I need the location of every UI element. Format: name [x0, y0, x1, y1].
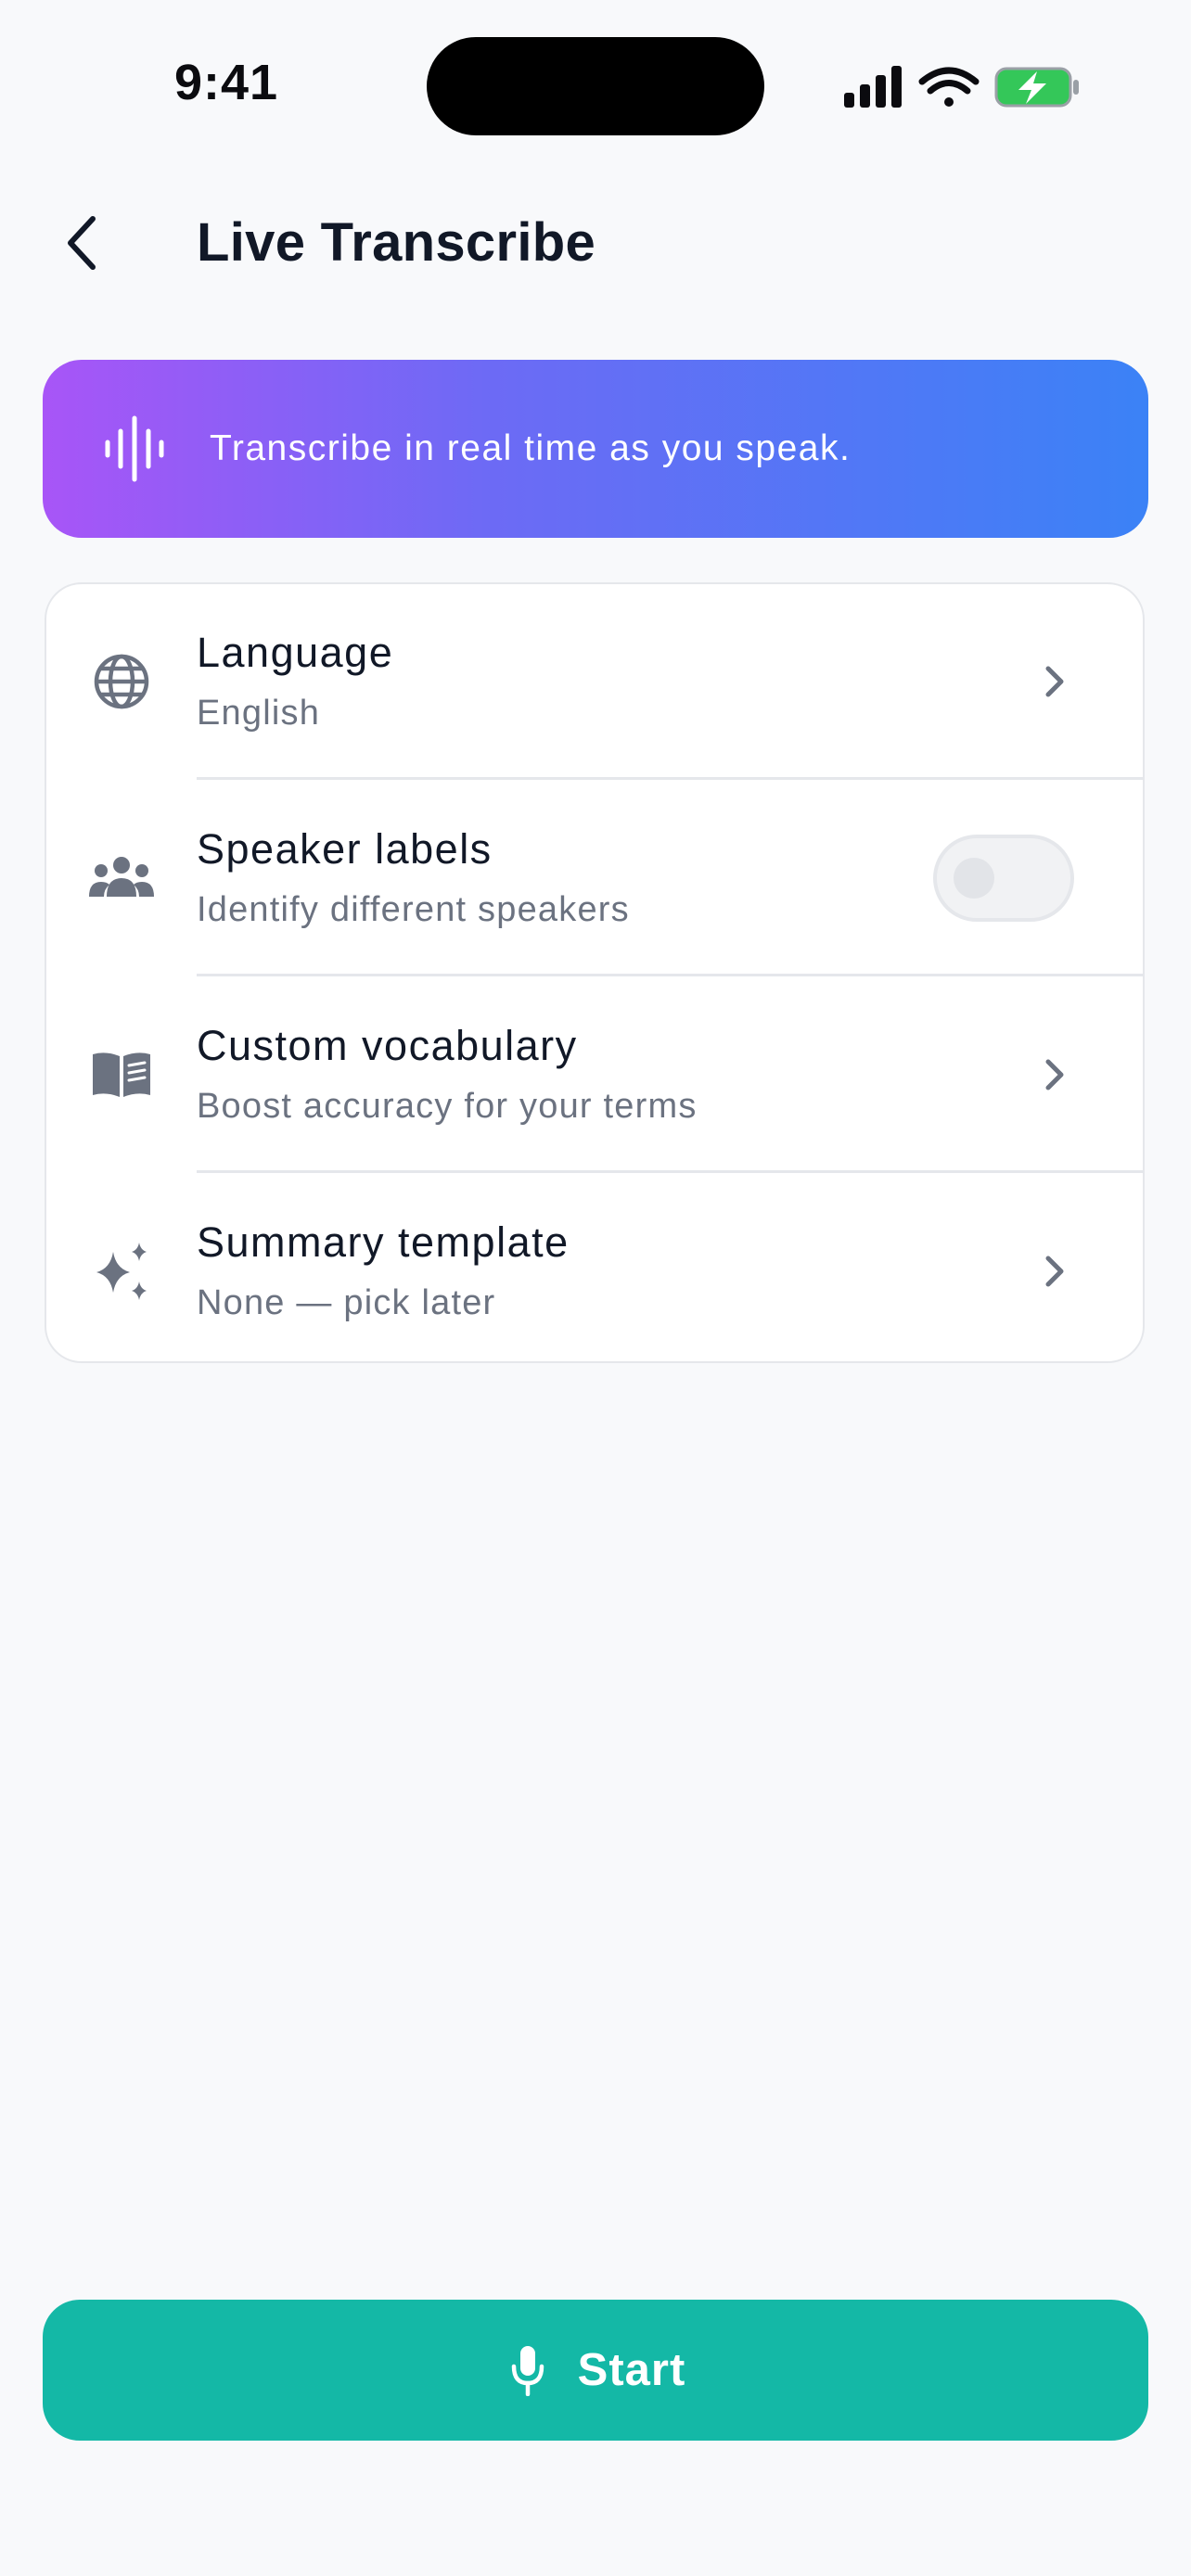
setting-row-summary-template[interactable]: Summary template None — pick later — [46, 1174, 1143, 1369]
chevron-right-icon — [1030, 1050, 1080, 1100]
status-bar: 9:41 — [0, 0, 1191, 167]
battery-charging-icon — [994, 67, 1079, 108]
status-icons — [842, 61, 1083, 113]
setting-title: Custom vocabulary — [197, 1022, 578, 1069]
settings-card: Language English Speaker labels Identify… — [45, 582, 1145, 1363]
banner-text: Transcribe in real time as you speak. — [210, 428, 852, 468]
header: Live Transcribe — [0, 195, 1191, 291]
speaker-labels-toggle[interactable] — [933, 835, 1074, 922]
chevron-right-icon — [1030, 1246, 1080, 1296]
setting-description: Boost accuracy for your terms — [197, 1087, 698, 1126]
start-button-label: Start — [577, 2345, 686, 2395]
wifi-icon — [918, 67, 980, 107]
start-button[interactable]: Start — [43, 2300, 1148, 2441]
setting-title: Language — [197, 629, 394, 676]
setting-value: English — [197, 694, 321, 733]
chevron-left-icon — [68, 216, 96, 270]
setting-value: None — pick later — [197, 1283, 496, 1322]
microphone-icon — [506, 2342, 550, 2398]
setting-title: Summary template — [197, 1218, 570, 1266]
page-title: Live Transcribe — [197, 212, 596, 273]
info-banner: Transcribe in real time as you speak. — [43, 360, 1148, 538]
setting-row-speaker-labels: Speaker labels Identify different speake… — [46, 781, 1143, 976]
setting-row-custom-vocabulary[interactable]: Custom vocabulary Boost accuracy for you… — [46, 977, 1143, 1172]
dynamic-island — [427, 37, 764, 135]
chevron-right-icon — [1030, 657, 1080, 707]
setting-row-language[interactable]: Language English — [46, 584, 1143, 779]
people-icon — [87, 844, 156, 912]
toggle-knob — [954, 858, 994, 899]
book-icon — [87, 1040, 156, 1109]
setting-title: Speaker labels — [197, 825, 493, 873]
globe-icon — [87, 647, 156, 716]
setting-description: Identify different speakers — [197, 890, 630, 929]
cellular-signal-icon — [844, 66, 902, 108]
sparkles-icon — [87, 1237, 156, 1306]
waveform-icon — [100, 414, 169, 483]
divider — [197, 1170, 1143, 1173]
divider — [197, 777, 1143, 780]
back-button[interactable] — [46, 208, 117, 278]
divider — [197, 974, 1143, 976]
status-time: 9:41 — [174, 55, 279, 110]
